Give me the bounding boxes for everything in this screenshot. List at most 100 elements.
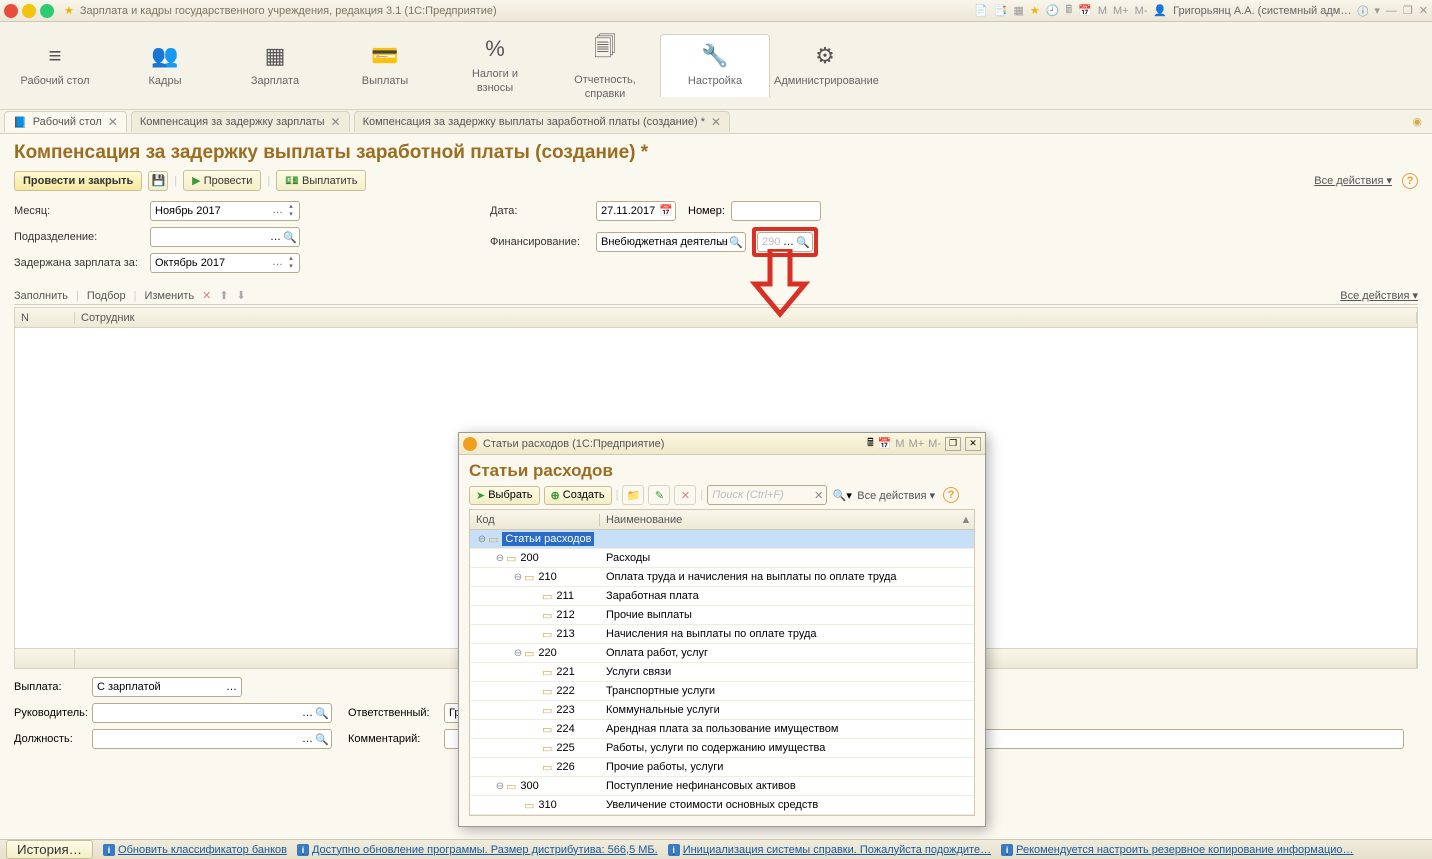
status-help-init[interactable]: iИнициализация системы справки. Пожалуйс… <box>668 844 991 856</box>
select-button[interactable]: ➤Выбрать <box>469 486 540 505</box>
expense-tree-row[interactable]: ⊖▭200Расходы <box>470 549 974 568</box>
m-plus-button[interactable]: M+ <box>909 438 925 450</box>
col-name[interactable]: Наименование <box>600 514 958 526</box>
move-up-icon[interactable]: ⬆ <box>219 289 228 302</box>
new-group-icon[interactable]: 📁 <box>622 485 644 505</box>
toolbar-icon[interactable]: 🖩 <box>1066 1 1073 20</box>
delete-row-icon[interactable]: ✕ <box>202 289 211 302</box>
expense-tree-row[interactable]: ▭225Работы, услуги по содержанию имущест… <box>470 739 974 758</box>
pay-button[interactable]: 💵 Выплатить <box>276 170 366 191</box>
history-button[interactable]: История… <box>6 840 93 859</box>
dept-input[interactable]: …🔍 <box>150 227 300 247</box>
info-icon[interactable]: ⓘ <box>1357 3 1368 19</box>
toolbar-icon[interactable]: 🕘 <box>1046 4 1060 17</box>
edit-icon[interactable]: ✎ <box>648 485 670 505</box>
nav-item[interactable]: %Налоги ивзносы <box>440 28 550 102</box>
m-plus-button[interactable]: M+ <box>1113 5 1129 17</box>
save-button[interactable]: 💾 <box>148 171 168 191</box>
expense-tree-row[interactable]: ▭221Услуги связи <box>470 663 974 682</box>
search-icon[interactable]: 🔍▾ <box>831 485 853 505</box>
move-down-icon[interactable]: ⬇ <box>237 289 246 302</box>
expense-tree-row[interactable]: ▭212Прочие выплаты <box>470 606 974 625</box>
close-tab-icon[interactable]: ✕ <box>108 115 118 129</box>
help-icon[interactable]: ? <box>943 487 959 503</box>
m-minus-button[interactable]: M- <box>1135 5 1148 17</box>
m-button[interactable]: M <box>895 438 904 450</box>
col-n[interactable]: N <box>15 312 75 324</box>
financing-input[interactable]: Внебюджетная деятельн …🔍 <box>596 232 746 252</box>
expense-tree-row[interactable]: ⊖▭300Поступление нефинансовых активов <box>470 777 974 796</box>
nav-circle-icon[interactable]: ◉ <box>1412 115 1422 128</box>
minimize-icon[interactable]: — <box>1386 5 1397 17</box>
delete-icon[interactable]: ✕ <box>674 485 696 505</box>
tab-compensation-create[interactable]: Компенсация за задержку выплаты заработн… <box>354 111 730 132</box>
nav-item[interactable]: 💳Выплаты <box>330 35 440 96</box>
tree-toggle-icon[interactable]: ⊖ <box>476 534 488 545</box>
expense-tree-row[interactable]: ▭222Транспортные услуги <box>470 682 974 701</box>
toolbar-icon[interactable]: 🖩 <box>867 434 874 453</box>
nav-item[interactable]: ▦Зарплата <box>220 35 330 96</box>
all-actions-menu[interactable]: Все действия ▾ <box>1314 174 1392 187</box>
nav-item[interactable]: 🗐Отчетность,справки <box>550 22 660 108</box>
expense-tree-row[interactable]: ▭226Прочие работы, услуги <box>470 758 974 777</box>
help-icon[interactable]: ? <box>1402 173 1418 189</box>
delayed-input[interactable]: Октябрь 2017 … ▴▾ <box>150 253 300 273</box>
close-icon[interactable]: ✕ <box>1419 4 1428 17</box>
status-link-banks[interactable]: iОбновить классификатор банков <box>103 844 287 856</box>
post-button[interactable]: ▶ Провести <box>183 170 261 191</box>
modal-close-button[interactable]: ✕ <box>965 437 981 451</box>
minimize-window-icon[interactable] <box>22 4 36 18</box>
expense-tree-row[interactable]: ▭211Заработная плата <box>470 587 974 606</box>
toolbar-icon[interactable]: 📑 <box>994 4 1008 17</box>
all-actions-table[interactable]: Все действия ▾ <box>1340 289 1418 302</box>
expense-tree-row[interactable]: ▭310Увеличение стоимости основных средст… <box>470 796 974 815</box>
maximize-window-icon[interactable] <box>40 4 54 18</box>
nav-item[interactable]: 👥Кадры <box>110 35 220 96</box>
col-code[interactable]: Код <box>470 514 600 526</box>
toolbar-icon[interactable]: 📄 <box>974 4 988 17</box>
tree-toggle-icon[interactable]: ⊖ <box>494 781 506 792</box>
calendar-icon[interactable]: 📅 <box>1078 4 1092 17</box>
tree-toggle-icon[interactable]: ⊖ <box>494 553 506 564</box>
nav-item[interactable]: 🔧Настройка <box>660 34 770 96</box>
modal-titlebar[interactable]: Статьи расходов (1С:Предприятие) 🖩 📅 M M… <box>459 433 985 455</box>
chevron-down-icon[interactable]: ▾ <box>1374 4 1380 17</box>
head-input[interactable]: …🔍 <box>92 703 332 723</box>
month-input[interactable]: Ноябрь 2017 … ▴▾ <box>150 201 300 221</box>
close-tab-icon[interactable]: ✕ <box>711 115 721 129</box>
nav-item[interactable]: ≡Рабочий стол <box>0 35 110 96</box>
tab-compensation-list[interactable]: Компенсация за задержку зарплаты ✕ <box>131 111 350 132</box>
favorite-star-icon[interactable]: ★ <box>1030 4 1040 17</box>
calendar-icon[interactable]: 📅 <box>878 437 892 450</box>
expense-tree-row[interactable]: ⊖▭210Оплата труда и начисления на выплат… <box>470 568 974 587</box>
tree-toggle-icon[interactable]: ⊖ <box>512 572 524 583</box>
nav-item[interactable]: ⚙Администрирование <box>770 35 880 96</box>
modal-maximize-button[interactable]: ❐ <box>945 437 961 451</box>
post-close-button[interactable]: Провести и закрыть <box>14 171 142 191</box>
expense-tree-row[interactable]: ⊖▭220Оплата работ, услуг <box>470 644 974 663</box>
modal-search-input[interactable]: Поиск (Ctrl+F) ✕ <box>707 485 827 505</box>
status-backup[interactable]: iРекомендуется настроить резервное копир… <box>1001 844 1353 856</box>
date-input[interactable]: 27.11.2017📅 <box>596 201 676 221</box>
create-button[interactable]: ⊕Создать <box>544 486 612 505</box>
sort-indicator-icon[interactable]: ▲ <box>958 514 974 526</box>
expense-tree-row[interactable]: ▭213Начисления на выплаты по оплате труд… <box>470 625 974 644</box>
m-minus-button[interactable]: M- <box>928 438 941 450</box>
maximize-icon[interactable]: ❐ <box>1403 4 1413 17</box>
m-button[interactable]: M <box>1098 5 1107 17</box>
modal-all-actions[interactable]: Все действия ▾ <box>857 489 935 502</box>
position-input[interactable]: …🔍 <box>92 729 332 749</box>
pick-button[interactable]: Подбор <box>87 290 126 302</box>
clear-search-icon[interactable]: ✕ <box>814 489 823 502</box>
status-link-update[interactable]: iДоступно обновление программы. Размер д… <box>297 844 658 856</box>
tab-desktop[interactable]: 📘 Рабочий стол ✕ <box>4 111 127 132</box>
tree-toggle-icon[interactable]: ⊖ <box>512 648 524 659</box>
close-window-icon[interactable] <box>4 4 18 18</box>
expense-tree-row[interactable]: ⊖▭Статьи расходов <box>470 530 974 549</box>
fill-button[interactable]: Заполнить <box>14 290 68 302</box>
col-employee[interactable]: Сотрудник <box>75 312 1417 324</box>
number-input[interactable] <box>731 201 821 221</box>
favorite-icon[interactable]: ★ <box>64 4 74 17</box>
payout-input[interactable]: С зарплатой… <box>92 677 242 697</box>
expense-tree-row[interactable]: ▭223Коммунальные услуги <box>470 701 974 720</box>
